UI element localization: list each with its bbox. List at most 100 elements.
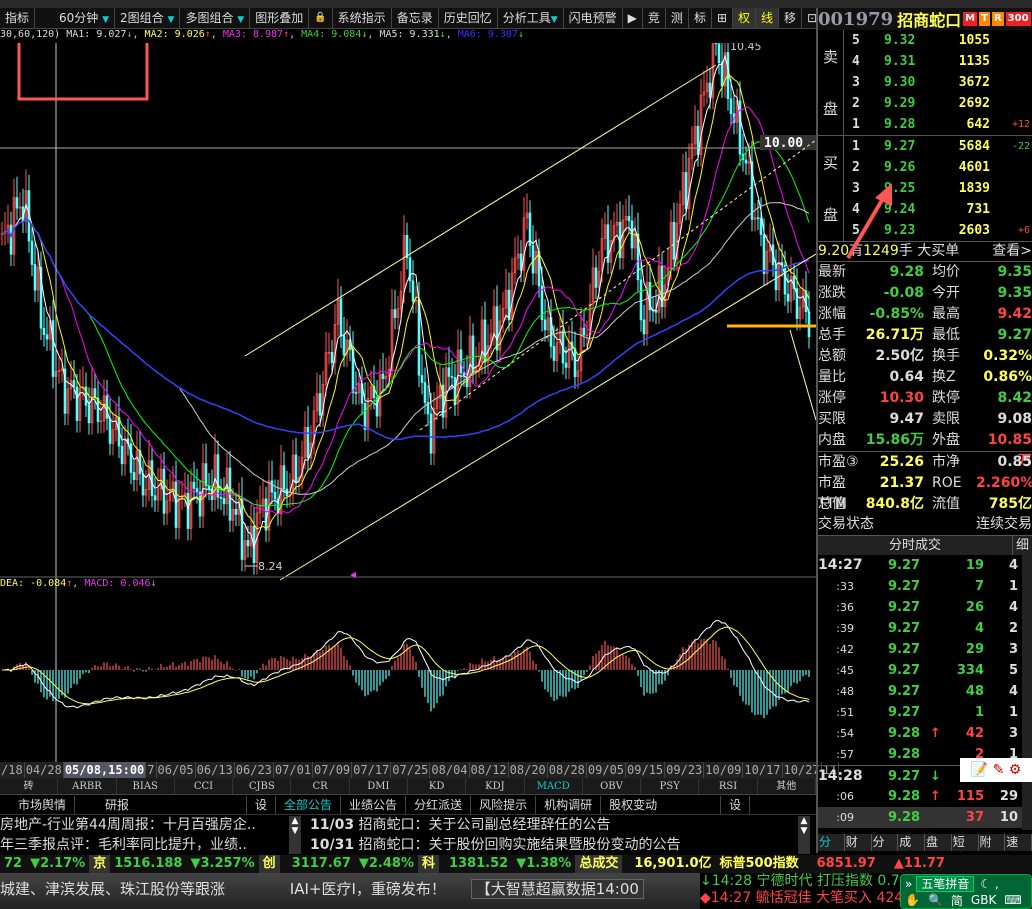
index-name[interactable]: 京 [89, 855, 111, 873]
right-tab-0[interactable]: 分笔 [818, 834, 845, 853]
indicator-tab-8[interactable]: KDJ [466, 778, 525, 794]
tab-all-announcements[interactable]: 全部公告 [276, 796, 342, 814]
alert-item[interactable]: ↓14:28 宁德时代 打压指数 0.77点 [700, 873, 900, 890]
research-item[interactable]: 年三季报点评：毛利率同比提升，业绩.. [0, 835, 288, 855]
rights-button[interactable]: 权 [733, 8, 757, 28]
stat-label: 买限 [818, 411, 846, 427]
badge-m[interactable]: M [963, 12, 978, 26]
order-level[interactable]: 3 9.30 3672 [844, 72, 1032, 93]
scrollbar[interactable]: ▲ ▼ [798, 816, 810, 854]
tick-arrow-icon [930, 744, 944, 765]
research-item[interactable]: 房地产-行业第44周周报：十月百强房企.. [0, 815, 288, 835]
memo-button[interactable]: 备忘录 [392, 8, 439, 28]
lock-icon[interactable]: 🔒 [309, 8, 333, 28]
toolbar-indicator[interactable]: 指标 [0, 8, 36, 28]
tick-count: 10 [999, 810, 1018, 825]
tab-research[interactable]: 研报 [75, 796, 248, 814]
view-link[interactable]: 查看> [992, 242, 1032, 259]
indicator-tab-3[interactable]: CCI [175, 778, 234, 794]
tick-time: :51 [836, 706, 854, 719]
keyboard-icon[interactable]: ⌨ [1004, 893, 1021, 907]
overlay-button[interactable]: 图形叠加 [250, 8, 310, 28]
indicator-tab-6[interactable]: DMI [350, 778, 408, 794]
right-tab-2[interactable]: 分价 [872, 834, 899, 853]
sp500-label[interactable]: 标普500指数 [716, 855, 803, 873]
simplified-toggle[interactable]: 简 [951, 892, 963, 909]
news-settings-right[interactable]: 设 [721, 796, 751, 814]
news-settings-left[interactable]: 设 [247, 796, 277, 814]
tab-research-visit[interactable]: 机构调研 [536, 796, 602, 814]
announcement-item[interactable]: 11/03 招商蛇口：关于公司副总经理辞任的公告 [310, 815, 798, 835]
ticks-scrollbar[interactable] [1022, 555, 1032, 830]
indicator-tab-12[interactable]: RSI [699, 778, 758, 794]
date-tick: 09/05 [587, 762, 627, 778]
ime-toolbar[interactable]: » 五笔拼音 ☾ , ✋ 🔍 简 GBK ⌨ [900, 874, 1032, 909]
encoding-toggle[interactable]: GBK [971, 893, 996, 907]
indicator-tab-13[interactable]: 其他 [758, 778, 816, 794]
ticks-title[interactable]: 分时成交 [818, 536, 1012, 555]
hand-icon[interactable]: ✋ [905, 893, 920, 907]
system-indicator-button[interactable]: 系统指示 [333, 8, 392, 28]
history-button[interactable]: 历史回忆 [439, 8, 498, 28]
kline-chart[interactable]: 10.00 10.45 8.24 [0, 43, 816, 763]
order-level[interactable]: 5 9.32 1055 [844, 30, 1032, 51]
index-name[interactable]: 科 [417, 855, 439, 873]
right-tab-3[interactable]: 成本 [898, 834, 925, 853]
tick-arrow-icon [930, 555, 944, 576]
order-level[interactable]: 1 9.28 642 +12 [844, 114, 1032, 135]
indicator-tab-9[interactable]: MACD [525, 778, 583, 794]
auction-button[interactable]: 竞 [643, 8, 666, 28]
indicator-tab-7[interactable]: KD [408, 778, 467, 794]
right-tab-5[interactable]: 短线 [952, 834, 979, 853]
news-ticker[interactable]: 城建、津滨发展、珠江股份等跟涨 IAI+医疗I，重磅发布！ 【大智慧超赢数据14… [0, 873, 700, 909]
multi-layout-selector[interactable]: 多图组合 ▼ [180, 8, 251, 28]
candle [420, 375, 424, 383]
order-level[interactable]: 2 9.29 2692 [844, 93, 1032, 114]
ticks-detail-button[interactable]: 细 [1012, 536, 1032, 555]
right-tab-1[interactable]: 财务 [845, 834, 872, 853]
tab-equity-change[interactable]: 股权变动 [601, 796, 722, 814]
badge-r[interactable]: R [991, 12, 1004, 26]
ime-mode[interactable]: 五笔拼音 [916, 875, 975, 892]
flash-alert-button[interactable]: 闪电预警 [564, 8, 623, 28]
line-button[interactable]: 线 [756, 8, 780, 28]
date-tick: 06/23 [235, 762, 274, 778]
indicator-tab-2[interactable]: BIAS [117, 778, 175, 794]
index-name[interactable]: 创 [258, 855, 280, 873]
order-level[interactable]: 4 9.31 1135 [844, 51, 1032, 72]
analysis-tools-button[interactable]: 分析工具▼ [498, 8, 564, 28]
period-selector[interactable]: 60分钟 ▼ [35, 8, 116, 28]
play-icon[interactable]: ▶ [623, 8, 643, 28]
order-level[interactable]: 2 9.26 4601 [844, 157, 1032, 178]
expand-icon[interactable]: » [901, 877, 916, 891]
moon-icon[interactable]: ☾ , [974, 877, 1004, 891]
right-tab-4[interactable]: 盘口 [925, 834, 952, 853]
order-level[interactable]: 1 9.27 5684 -22 [844, 136, 1032, 157]
indicator-tab-11[interactable]: PSY [641, 778, 700, 794]
indicator-tab-4[interactable]: CJBS [233, 778, 292, 794]
mark-button[interactable]: 标 [689, 8, 712, 28]
badge-300[interactable]: 300 [1005, 12, 1031, 26]
badge-t[interactable]: T [979, 12, 990, 26]
right-tab-6[interactable]: 附图 [979, 834, 1006, 853]
tray-icons[interactable]: 📝 ✎ ⚙ [960, 758, 1032, 782]
tab-earnings[interactable]: 业绩公告 [341, 796, 407, 814]
tab-dividend[interactable]: 分红派送 [406, 796, 472, 814]
tab-risk[interactable]: 风险提示 [471, 796, 537, 814]
measure-button[interactable]: 测 [666, 8, 689, 28]
indicator-tab-10[interactable]: OBV [583, 778, 642, 794]
grid-icon[interactable]: ⊞ [712, 8, 734, 28]
scrollbar[interactable]: ▲ ▼ [289, 816, 301, 854]
announcement-item[interactable]: 10/31 招商蛇口：关于股份回购实施结果暨股份变动的公告 [310, 835, 798, 855]
right-tab-7[interactable]: 速递 [1005, 834, 1032, 853]
layout-2-selector[interactable]: 2图组合 ▼ [115, 8, 181, 28]
alert-item[interactable]: ◆14:27 毓恬冠佳 大笔买入 424 [700, 890, 900, 907]
move-button[interactable]: 移 [779, 8, 803, 28]
tab-market-sentiment[interactable]: 市场舆情 [10, 796, 76, 814]
indicator-tab-0[interactable]: 砖 [0, 778, 59, 794]
tick-price: 9.27 [888, 705, 921, 720]
stat-value: 26.71万 [865, 327, 924, 343]
indicator-tab-5[interactable]: CR [291, 778, 350, 794]
indicator-tab-1[interactable]: ARBR [58, 778, 117, 794]
search-icon[interactable]: 🔍 [928, 893, 943, 907]
